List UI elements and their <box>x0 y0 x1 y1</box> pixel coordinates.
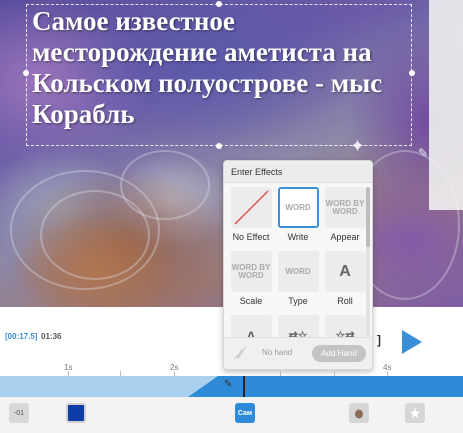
clip-image[interactable] <box>349 403 369 423</box>
total-time: 01:36 <box>41 332 62 341</box>
effect-scale[interactable]: WORD BY WORD Scale <box>229 251 273 309</box>
scrollbar-thumb[interactable] <box>366 187 370 247</box>
clip-color[interactable] <box>66 403 86 423</box>
mineral-vein <box>120 150 210 220</box>
effect-no-effect[interactable]: No Effect <box>229 187 273 245</box>
effect-roll[interactable]: A Roll <box>323 251 367 309</box>
clip-text-active[interactable]: Сам <box>235 403 255 423</box>
roll-effect-thumb: A <box>324 251 366 292</box>
popup-header: Enter Effects <box>224 161 372 183</box>
resize-handle[interactable] <box>23 70 29 76</box>
effect-label: Appear <box>330 232 360 242</box>
effect-label: Write <box>287 232 309 242</box>
edit-icon[interactable]: ✎ <box>418 146 428 160</box>
scale-effect-thumb: WORD BY WORD <box>230 251 272 292</box>
write-effect-thumb: WORD <box>277 187 319 228</box>
enter-effects-popup: Enter Effects No Effect WORD Write WORD … <box>223 160 373 370</box>
appear-effect-thumb: WORD BY WORD <box>324 187 366 228</box>
editor-stage: Самое известное месторождение аметиста н… <box>0 0 463 433</box>
effect-appear[interactable]: WORD BY WORD Appear <box>323 187 367 245</box>
slide-title[interactable]: Самое известное месторождение аметиста н… <box>32 6 412 130</box>
type-effect-thumb: WORD <box>277 251 319 292</box>
clip-star[interactable]: ★ <box>405 403 425 423</box>
effect-write[interactable]: WORD Write <box>276 187 320 245</box>
star-icon: ✦ <box>350 136 366 156</box>
effect-label: Type <box>288 296 308 306</box>
pen-icon: ✎ <box>224 379 233 390</box>
popup-scrollbar[interactable] <box>366 187 370 337</box>
no-effect-icon <box>230 187 272 228</box>
side-panel <box>429 0 463 210</box>
play-icon[interactable] <box>402 330 422 354</box>
effect-label: Scale <box>239 296 263 306</box>
effect-type[interactable]: WORD Type <box>276 251 320 309</box>
current-time: [00:17.5] <box>5 332 38 341</box>
resize-handle[interactable] <box>216 143 222 149</box>
effect-label: Roll <box>337 296 353 306</box>
bracket-icon[interactable]: ] <box>377 333 381 347</box>
effect-label: No Effect <box>232 232 270 242</box>
stone-icon <box>355 409 363 419</box>
clip-item[interactable]: -01 <box>9 403 29 423</box>
